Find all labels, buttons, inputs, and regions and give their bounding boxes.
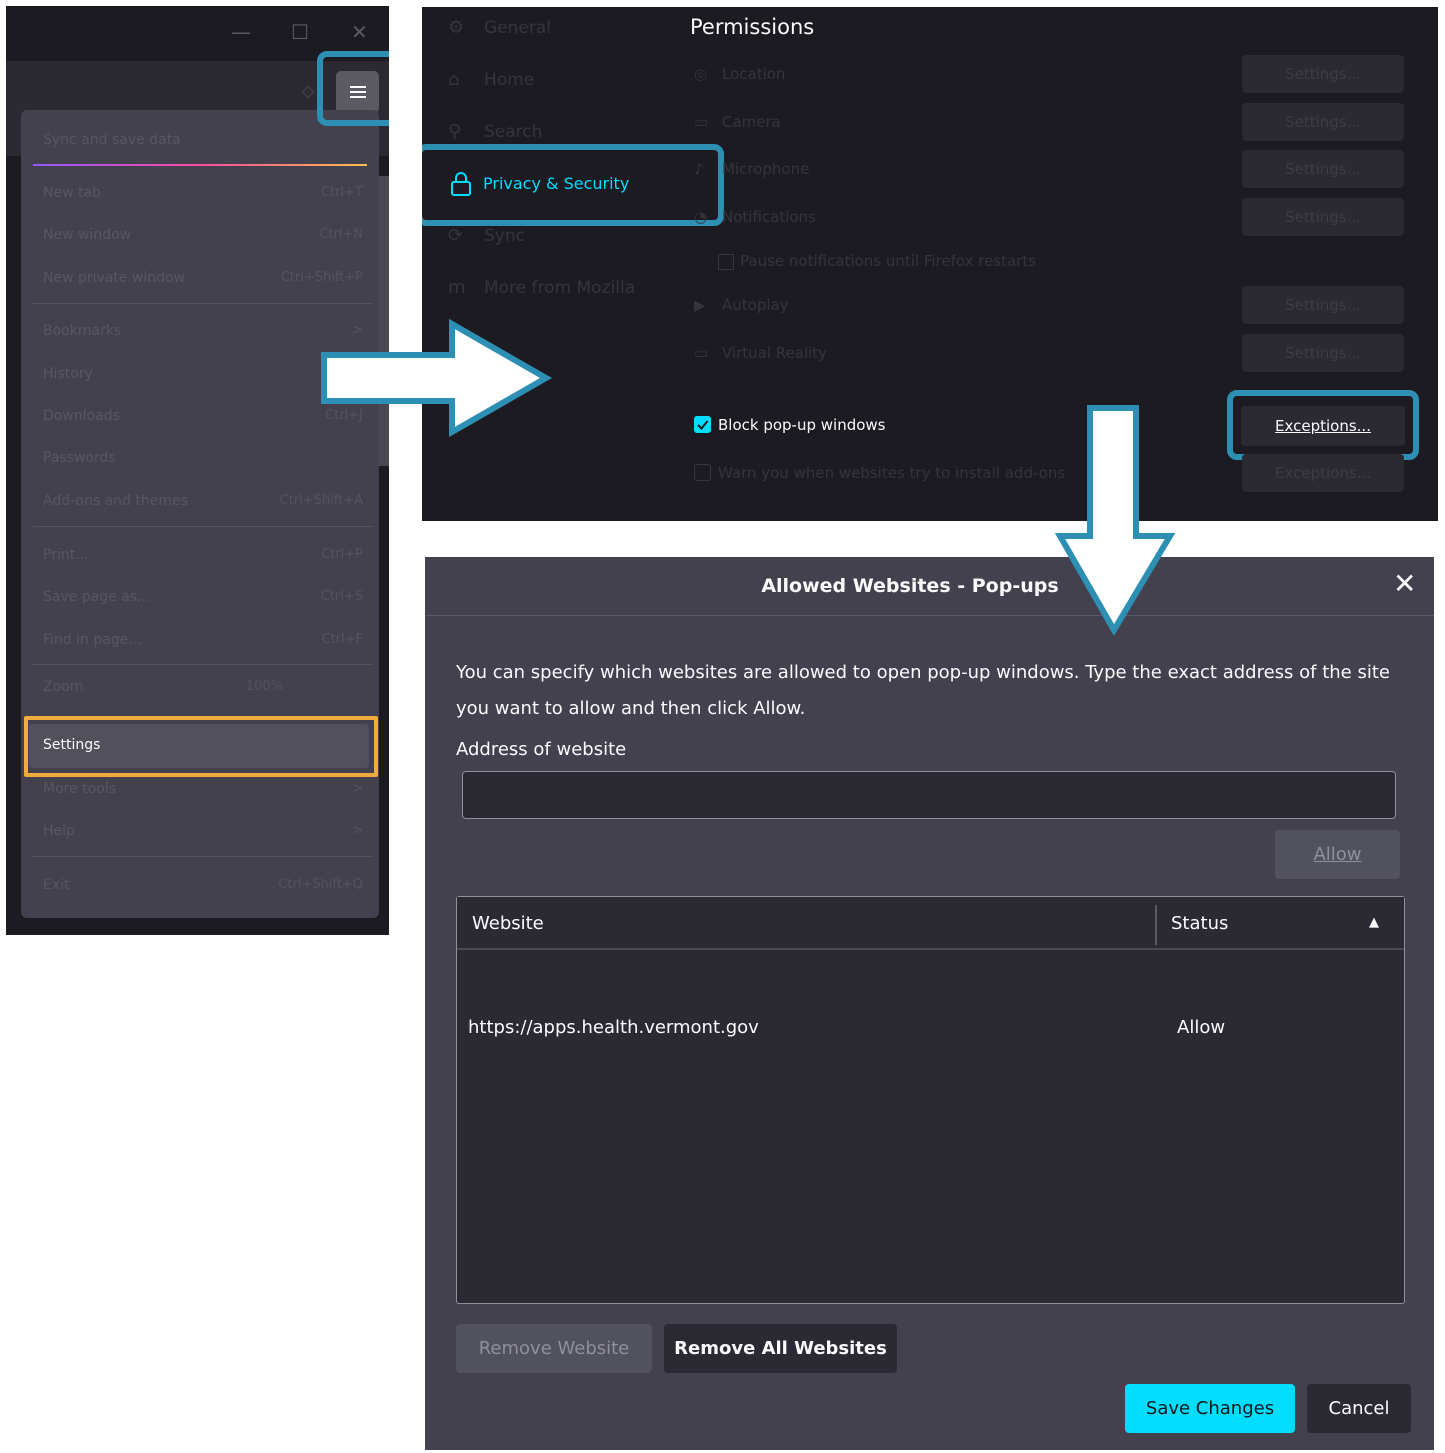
vr-icon: ▭ — [694, 344, 709, 362]
menu-item-addons[interactable]: Add-ons and themes Ctrl+Shift+A — [43, 493, 363, 509]
menu-separator — [33, 526, 373, 527]
close-window-button[interactable]: ✕ — [351, 20, 368, 44]
menu-item-save-page[interactable]: Save page as... Ctrl+S — [43, 589, 363, 605]
perm-camera: ▭ Camera — [694, 113, 781, 131]
vr-settings-button[interactable]: Settings... — [1242, 334, 1404, 372]
right-arrow-icon — [321, 318, 553, 438]
mozilla-icon: m — [448, 277, 466, 298]
perm-notifications: ◔ Notifications — [694, 208, 816, 226]
menu-item-more-tools[interactable]: More tools > — [43, 781, 363, 797]
perm-autoplay: ▶ Autoplay — [694, 296, 789, 314]
minimize-button[interactable]: — — [231, 20, 251, 44]
menu-button-highlight — [317, 51, 389, 126]
sync-gradient-line — [33, 164, 367, 166]
nav-more-from-mozilla[interactable]: m More from Mozilla — [448, 277, 635, 298]
cancel-button[interactable]: Cancel — [1307, 1384, 1411, 1433]
column-divider — [1155, 905, 1157, 945]
column-status[interactable]: Status — [1171, 913, 1228, 934]
address-input[interactable] — [462, 771, 1396, 819]
camera-icon: ▭ — [694, 113, 709, 131]
location-icon: ◎ — [694, 65, 708, 83]
privacy-security-highlight — [422, 144, 724, 226]
nav-home[interactable]: ⌂ Home — [448, 69, 534, 90]
warn-addons-checkbox[interactable] — [694, 464, 711, 481]
block-popups-label: Block pop-up windows — [718, 416, 886, 434]
address-label: Address of website — [456, 739, 627, 760]
microphone-icon: ♪ — [694, 160, 704, 178]
location-settings-button[interactable]: Settings... — [1242, 55, 1404, 93]
app-menu-screenshot: — ☐ ✕ ◇ Sync and save data New tab Ctrl+T… — [6, 6, 389, 935]
remove-all-websites-button[interactable]: Remove All Websites — [664, 1324, 897, 1373]
perm-microphone: ♪ Microphone — [694, 160, 810, 178]
remove-website-button[interactable]: Remove Website — [456, 1324, 652, 1373]
pause-notifications[interactable]: Pause notifications until Firefox restar… — [718, 252, 1036, 270]
table-row[interactable]: https://apps.health.vermont.gov Allow — [457, 1009, 1404, 1049]
down-arrow-icon — [1054, 405, 1176, 636]
perm-location: ◎ Location — [694, 65, 786, 83]
camera-settings-button[interactable]: Settings... — [1242, 103, 1404, 141]
microphone-settings-button[interactable]: Settings... — [1242, 150, 1404, 188]
menu-item-find[interactable]: Find in page... Ctrl+F — [43, 632, 363, 648]
allowed-websites-dialog: Allowed Websites - Pop-ups ✕ You can spe… — [425, 557, 1434, 1450]
maximize-button[interactable]: ☐ — [291, 20, 309, 44]
checkmark-icon — [697, 420, 709, 430]
permissions-title: Permissions — [690, 15, 815, 39]
settings-highlight — [24, 716, 378, 777]
column-website[interactable]: Website — [472, 913, 544, 934]
menu-separator — [33, 303, 373, 304]
dialog-description: You can specify which websites are allow… — [456, 662, 1390, 719]
shield-icon: ◇ — [302, 81, 315, 100]
menu-item-downloads[interactable]: Downloads Ctrl+J — [43, 408, 363, 424]
exceptions-highlight — [1227, 390, 1419, 460]
menu-separator — [33, 664, 373, 665]
save-changes-button[interactable]: Save Changes — [1125, 1384, 1295, 1433]
websites-list[interactable]: Website Status ▲ https://apps.health.ver… — [456, 896, 1405, 1304]
menu-item-sync[interactable]: Sync and save data — [43, 132, 363, 148]
list-header: Website Status ▲ — [457, 897, 1404, 950]
sync-icon: ⟳ — [448, 225, 464, 246]
nav-sync[interactable]: ⟳ Sync — [448, 225, 525, 246]
home-icon: ⌂ — [448, 69, 460, 90]
block-popups-checkbox[interactable] — [694, 416, 711, 433]
warn-addons-label: Warn you when websites try to install ad… — [718, 464, 1066, 482]
menu-item-bookmarks[interactable]: Bookmarks > — [43, 323, 363, 339]
nav-general[interactable]: ⚙ General — [448, 17, 551, 38]
menu-item-new-window[interactable]: New window Ctrl+N — [43, 227, 363, 243]
close-icon[interactable]: ✕ — [1393, 567, 1416, 600]
bell-icon: ◔ — [694, 208, 708, 226]
perm-virtual-reality: ▭ Virtual Reality — [694, 344, 828, 362]
menu-item-print[interactable]: Print... Ctrl+P — [43, 547, 363, 563]
menu-item-passwords[interactable]: Passwords — [43, 450, 363, 466]
addons-exceptions-button[interactable]: Exceptions... — [1242, 454, 1404, 492]
nav-search[interactable]: ⚲ Search — [448, 121, 542, 142]
allow-button[interactable]: Allow — [1275, 830, 1400, 879]
row-website: https://apps.health.vermont.gov — [468, 1017, 759, 1038]
autoplay-settings-button[interactable]: Settings... — [1242, 286, 1404, 324]
notifications-settings-button[interactable]: Settings... — [1242, 198, 1404, 236]
menu-item-exit[interactable]: Exit Ctrl+Shift+Q — [43, 877, 363, 893]
menu-separator — [33, 856, 373, 857]
checkbox-icon — [718, 253, 734, 270]
dialog-title: Allowed Websites - Pop-ups — [761, 575, 1059, 597]
menu-item-history[interactable]: History — [43, 366, 363, 382]
row-status: Allow — [1177, 1017, 1226, 1038]
sort-ascending-icon[interactable]: ▲ — [1369, 915, 1379, 930]
settings-screenshot: ⚙ General ⌂ Home ⚲ Search ⟳ Sync m More from … — [422, 7, 1438, 521]
dialog-titlebar: Allowed Websites - Pop-ups ✕ — [425, 557, 1434, 616]
menu-item-help[interactable]: Help > — [43, 823, 363, 839]
menu-item-new-private-window[interactable]: New private window Ctrl+Shift+P — [43, 270, 363, 286]
gear-icon: ⚙ — [448, 17, 465, 38]
play-icon: ▶ — [694, 296, 706, 314]
menu-item-new-tab[interactable]: New tab Ctrl+T — [43, 185, 363, 201]
menu-item-zoom[interactable]: Zoom 100% — [43, 679, 363, 695]
search-icon: ⚲ — [448, 121, 462, 142]
